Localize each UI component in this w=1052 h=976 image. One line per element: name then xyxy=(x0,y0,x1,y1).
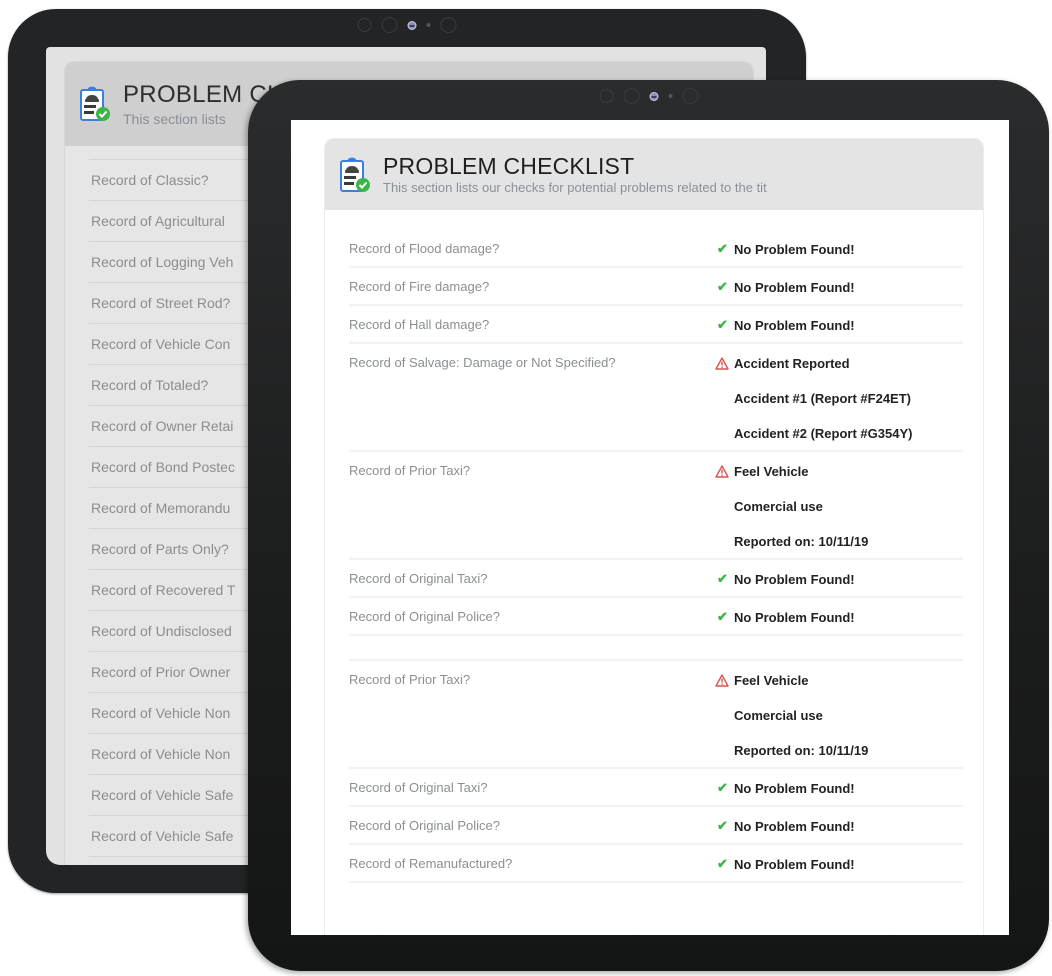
checkmark-icon: ✔ xyxy=(717,780,728,795)
checklist-row: Record of Original Police? ✔ No Problem Fo… xyxy=(349,807,963,845)
check-result: ✔ No Problem Found! xyxy=(715,779,963,797)
checklist-row: Record of Flood damage? ✔ No Problem Found… xyxy=(349,230,963,268)
result-status: ✔ No Problem Found! xyxy=(715,817,963,835)
result-text: No Problem Found! xyxy=(734,609,855,625)
warning-triangle-icon xyxy=(715,356,730,370)
check-result: Feel Vehicle Comercial use Reported on: 10… xyxy=(715,462,963,550)
front-tablet-device: PROBLEM CHECKLIST This section lists our… xyxy=(248,80,1049,971)
problem-checklist-card: PROBLEM CHECKLIST This section lists our… xyxy=(324,138,984,935)
result-status: Feel Vehicle xyxy=(715,671,963,689)
result-status: ✔ No Problem Found! xyxy=(715,570,963,588)
check-result: ✔ No Problem Found! xyxy=(715,817,963,835)
check-result: ✔ No Problem Found! xyxy=(715,278,963,296)
check-result: ✔ No Problem Found! xyxy=(715,608,963,626)
result-status: ✔ No Problem Found! xyxy=(715,855,963,873)
checkmark-icon: ✔ xyxy=(717,279,728,294)
check-label: Record of Remanufactured? xyxy=(349,856,513,871)
result-detail: Accident #2 (Report #G354Y) xyxy=(734,425,913,441)
result-status: ✔ No Problem Found! xyxy=(715,608,963,626)
check-label: Record of Salvage: Damage or Not Specifi… xyxy=(349,355,616,370)
check-label: Record of Original Police? xyxy=(349,818,501,833)
clipboard-car-check-icon xyxy=(340,157,370,192)
camera-lens-icon xyxy=(649,91,658,101)
sensor-icon xyxy=(599,89,613,103)
clipboard-car-check-icon xyxy=(80,86,110,121)
check-label: Record of Fire damage? xyxy=(349,279,490,294)
camera-lens-icon xyxy=(407,20,417,30)
result-status: Feel Vehicle xyxy=(715,462,963,480)
result-detail: Reported on: 10/11/19 xyxy=(734,533,869,549)
result-text: Feel Vehicle xyxy=(734,672,809,688)
spacer-row xyxy=(349,636,963,661)
check-label: Record of Prior Taxi? xyxy=(349,672,471,687)
warning-triangle-icon xyxy=(715,673,730,687)
camera-bar xyxy=(357,17,457,33)
sensor-icon xyxy=(440,17,457,33)
sensor-icon xyxy=(682,88,698,104)
result-status: ✔ No Problem Found! xyxy=(715,316,963,334)
checkmark-icon: ✔ xyxy=(717,317,728,332)
result-detail: Comercial use xyxy=(734,498,823,514)
check-result: ✔ No Problem Found! xyxy=(715,570,963,588)
checklist-row: Record of Hall damage? ✔ No Problem Found! xyxy=(349,306,963,344)
checklist-row: Record of Salvage: Damage or Not Specifi… xyxy=(349,344,963,452)
result-text: No Problem Found! xyxy=(734,780,855,796)
checklist-subtitle: This section lists our checks for potent… xyxy=(383,180,767,195)
checklist-row: Record of Fire damage? ✔ No Problem Found! xyxy=(349,268,963,306)
check-label: Record of Hall damage? xyxy=(349,317,490,332)
result-detail: Accident #1 (Report #F24ET) xyxy=(734,390,911,406)
result-text: Accident Reported xyxy=(734,355,850,371)
check-label: Record of Original Taxi? xyxy=(349,571,488,586)
checklist-header: PROBLEM CHECKLIST This section lists our… xyxy=(325,139,983,210)
check-label: Record of Flood damage? xyxy=(349,241,500,256)
checklist-row: Record of Original Taxi? ✔ No Problem Foun… xyxy=(349,769,963,807)
check-label: Record of Original Police? xyxy=(349,609,501,624)
front-tablet-screen[interactable]: PROBLEM CHECKLIST This section lists our… xyxy=(291,120,1009,935)
result-status: Accident Reported xyxy=(715,354,963,372)
checkmark-icon: ✔ xyxy=(717,571,728,586)
checklist-rows: Record of Flood damage? ✔ No Problem Found… xyxy=(325,210,983,883)
result-status: ✔ No Problem Found! xyxy=(715,278,963,296)
check-result: ✔ No Problem Found! xyxy=(715,240,963,258)
sensor-icon xyxy=(623,88,639,104)
result-status: ✔ No Problem Found! xyxy=(715,240,963,258)
checklist-row: Record of Original Taxi? ✔ No Problem Foun… xyxy=(349,560,963,598)
result-text: Feel Vehicle xyxy=(734,463,809,479)
result-detail: Reported on: 10/11/19 xyxy=(734,742,869,758)
camera-bar xyxy=(599,88,698,104)
check-result: ✔ No Problem Found! xyxy=(715,855,963,873)
checkmark-icon: ✔ xyxy=(717,818,728,833)
checklist-title: PROBLEM CHECKLIST xyxy=(383,153,635,179)
check-result: Feel Vehicle Comercial use Reported on: 10… xyxy=(715,671,963,759)
checklist-row: Record of Remanufactured? ✔ No Problem Fou… xyxy=(349,845,963,883)
result-text: No Problem Found! xyxy=(734,241,855,257)
checkmark-icon: ✔ xyxy=(717,609,728,624)
result-status: ✔ No Problem Found! xyxy=(715,779,963,797)
result-detail: Comercial use xyxy=(734,707,823,723)
check-result: Accident Reported Accident #1 (Report #F2… xyxy=(715,354,963,442)
warning-triangle-icon xyxy=(715,464,730,478)
result-text: No Problem Found! xyxy=(734,317,855,333)
sensor-icon xyxy=(357,18,372,32)
checkmark-icon: ✔ xyxy=(717,241,728,256)
checklist-row: Record of Prior Taxi? Feel Vehicle Comerci… xyxy=(349,661,963,769)
indicator-dot-icon xyxy=(668,94,672,98)
result-text: No Problem Found! xyxy=(734,571,855,587)
result-text: No Problem Found! xyxy=(734,818,855,834)
result-text: No Problem Found! xyxy=(734,856,855,872)
checklist-row: Record of Original Police? ✔ No Problem Fo… xyxy=(349,598,963,636)
check-result: ✔ No Problem Found! xyxy=(715,316,963,334)
indicator-dot-icon xyxy=(426,23,431,27)
checklist-row: Record of Prior Taxi? Feel Vehicle Comerci… xyxy=(349,452,963,560)
sensor-icon xyxy=(381,17,398,33)
check-label: Record of Prior Taxi? xyxy=(349,463,471,478)
result-text: No Problem Found! xyxy=(734,279,855,295)
check-label: Record of Original Taxi? xyxy=(349,780,488,795)
checkmark-icon: ✔ xyxy=(717,856,728,871)
